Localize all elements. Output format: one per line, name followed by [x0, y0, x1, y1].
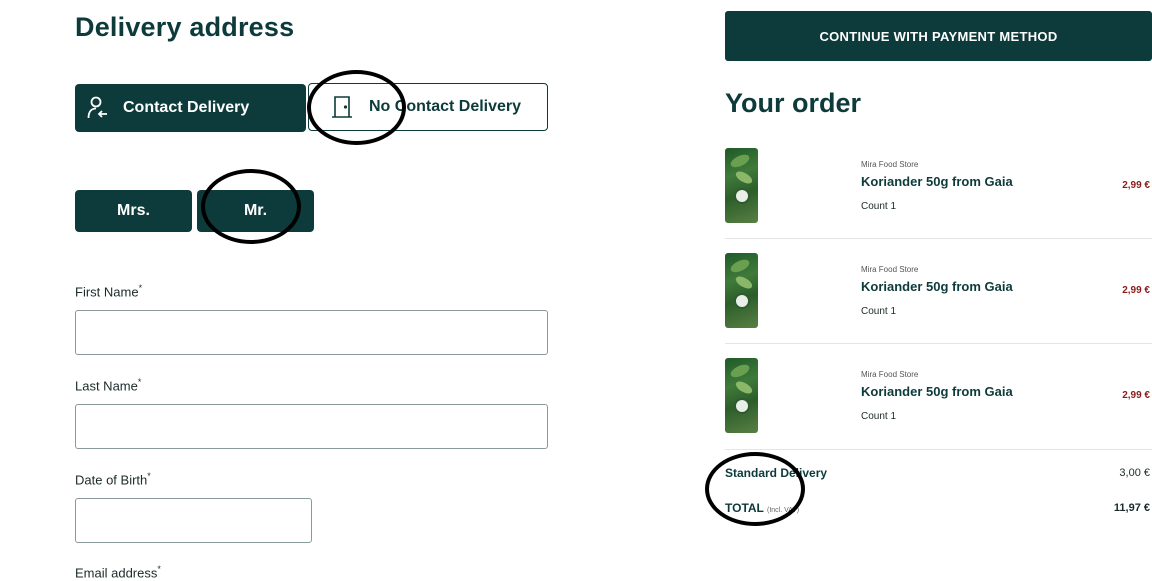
- item-name[interactable]: Koriander 50g from Gaia: [861, 384, 1013, 399]
- divider: [725, 343, 1152, 344]
- person-handoff-icon: [87, 96, 109, 120]
- total-vat-note: (Incl. VAT): [767, 507, 800, 514]
- email-label: Email address*: [75, 564, 161, 581]
- divider: [725, 238, 1152, 239]
- order-title: Your order: [725, 88, 862, 118]
- total-value: 11,97 €: [1113, 502, 1150, 514]
- item-store: Mira Food Store: [861, 370, 919, 379]
- date-of-birth-label: Date of Birth*: [75, 471, 151, 488]
- item-count: Count 1: [861, 201, 897, 212]
- no-contact-delivery-label: No Contact Delivery: [369, 98, 522, 115]
- item-count: Count 1: [861, 411, 897, 422]
- product-image: [725, 148, 758, 223]
- first-name-field[interactable]: [75, 310, 548, 355]
- delivery-address-title: Delivery address: [75, 12, 295, 42]
- divider: [725, 449, 1152, 450]
- total-label: TOTAL (Incl. VAT): [725, 501, 800, 515]
- item-name[interactable]: Koriander 50g from Gaia: [861, 174, 1013, 189]
- shipping-label: Standard Delivery: [725, 466, 828, 480]
- item-name[interactable]: Koriander 50g from Gaia: [861, 279, 1013, 294]
- contact-delivery-button[interactable]: Contact Delivery: [75, 84, 306, 132]
- product-image: [725, 253, 758, 328]
- item-store: Mira Food Store: [861, 265, 919, 274]
- no-contact-delivery-button[interactable]: No Contact Delivery: [308, 83, 548, 131]
- first-name-label: First Name*: [75, 283, 143, 300]
- shipping-value: 3,00 €: [1119, 467, 1150, 479]
- item-store: Mira Food Store: [861, 160, 919, 169]
- last-name-field[interactable]: [75, 404, 548, 449]
- item-price: 2,99 €: [1122, 285, 1150, 296]
- salutation-mrs-button[interactable]: Mrs.: [75, 190, 192, 232]
- contact-delivery-label: Contact Delivery: [123, 99, 250, 116]
- product-image: [725, 358, 758, 433]
- last-name-label: Last Name*: [75, 377, 142, 394]
- continue-payment-button[interactable]: CONTINUE WITH PAYMENT METHOD: [725, 11, 1152, 61]
- door-icon: [331, 95, 353, 119]
- item-count: Count 1: [861, 306, 897, 317]
- date-of-birth-field[interactable]: [75, 498, 312, 543]
- salutation-mr-button[interactable]: Mr.: [197, 190, 314, 232]
- item-price: 2,99 €: [1122, 180, 1150, 191]
- item-price: 2,99 €: [1122, 390, 1150, 401]
- order-item: Mira Food Store Koriander 50g from Gaia …: [725, 358, 1152, 463]
